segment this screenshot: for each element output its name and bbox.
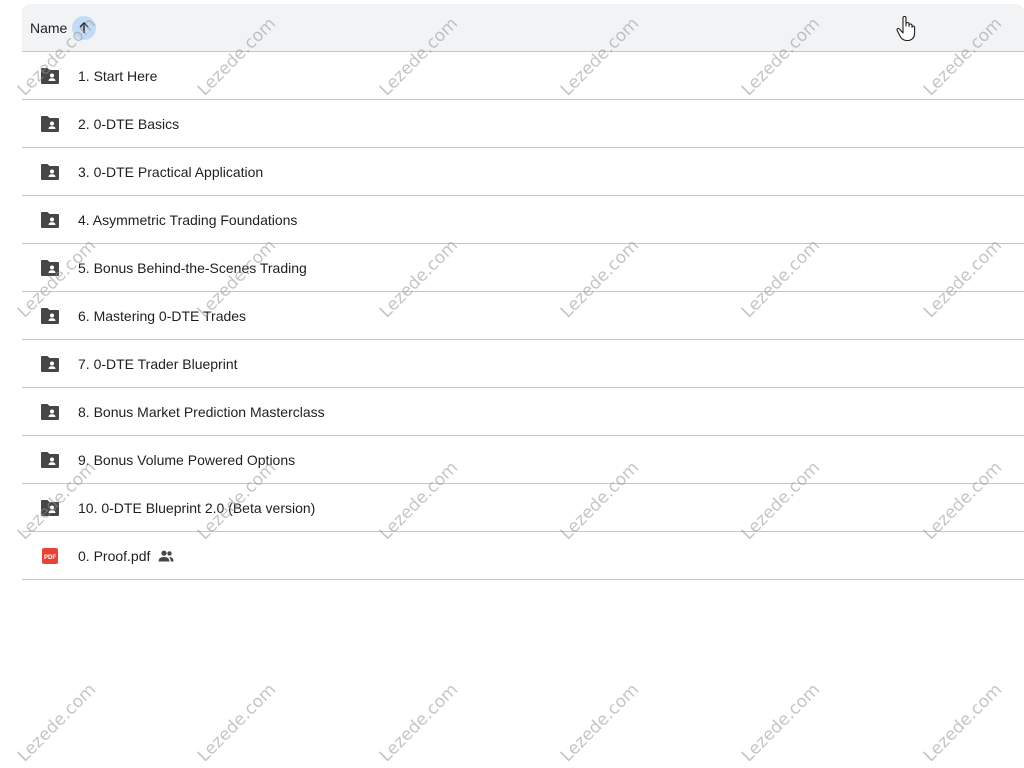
- item-name: 3. 0-DTE Practical Application: [78, 164, 264, 180]
- list-item[interactable]: 1. Start Here: [22, 52, 1024, 100]
- list-item[interactable]: 7. 0-DTE Trader Blueprint: [22, 340, 1024, 388]
- list-header: Name: [22, 4, 1024, 52]
- shared-folder-icon: [41, 404, 59, 420]
- item-name: 4. Asymmetric Trading Foundations: [78, 212, 298, 228]
- sort-ascending-button[interactable]: [72, 16, 96, 40]
- list-item[interactable]: 6. Mastering 0-DTE Trades: [22, 292, 1024, 340]
- item-name: 10. 0-DTE Blueprint 2.0 (Beta version): [78, 500, 316, 516]
- shared-folder-icon: [41, 356, 59, 372]
- arrow-up-icon: [79, 22, 89, 33]
- name-column-header[interactable]: Name: [30, 20, 67, 36]
- item-name: 8. Bonus Market Prediction Masterclass: [78, 404, 325, 420]
- shared-folder-icon: [41, 116, 59, 132]
- shared-folder-icon: [41, 164, 59, 180]
- pdf-badge-text: PDF: [44, 555, 56, 561]
- item-name-text: 0. Proof.pdf: [78, 548, 151, 564]
- item-name: 7. 0-DTE Trader Blueprint: [78, 356, 238, 372]
- list-item[interactable]: 5. Bonus Behind-the-Scenes Trading: [22, 244, 1024, 292]
- shared-folder-icon: [41, 452, 59, 468]
- shared-folder-icon: [41, 500, 59, 516]
- shared-folder-icon: [41, 212, 59, 228]
- item-name: 1. Start Here: [78, 68, 158, 84]
- shared-people-icon: [158, 550, 174, 562]
- item-name: 9. Bonus Volume Powered Options: [78, 452, 296, 468]
- list-item[interactable]: 8. Bonus Market Prediction Masterclass: [22, 388, 1024, 436]
- shared-folder-icon: [41, 260, 59, 276]
- list-item[interactable]: 3. 0-DTE Practical Application: [22, 148, 1024, 196]
- item-name: 0. Proof.pdf: [78, 548, 174, 564]
- file-list: 1. Start Here 2. 0-DTE Basics 3. 0-DTE P…: [22, 52, 1024, 580]
- hand-cursor-icon: [896, 16, 916, 42]
- pdf-file-icon: PDF: [42, 548, 58, 564]
- list-item[interactable]: 9. Bonus Volume Powered Options: [22, 436, 1024, 484]
- list-item[interactable]: 2. 0-DTE Basics: [22, 100, 1024, 148]
- list-item[interactable]: PDF 0. Proof.pdf: [22, 532, 1024, 580]
- file-list-panel: Name 1. Start Here 2. 0-DTE Basics 3. 0-…: [0, 0, 1024, 768]
- shared-folder-icon: [41, 68, 59, 84]
- list-item[interactable]: 4. Asymmetric Trading Foundations: [22, 196, 1024, 244]
- item-name: 6. Mastering 0-DTE Trades: [78, 308, 247, 324]
- list-item[interactable]: 10. 0-DTE Blueprint 2.0 (Beta version): [22, 484, 1024, 532]
- item-name: 2. 0-DTE Basics: [78, 116, 180, 132]
- item-name: 5. Bonus Behind-the-Scenes Trading: [78, 260, 307, 276]
- shared-folder-icon: [41, 308, 59, 324]
